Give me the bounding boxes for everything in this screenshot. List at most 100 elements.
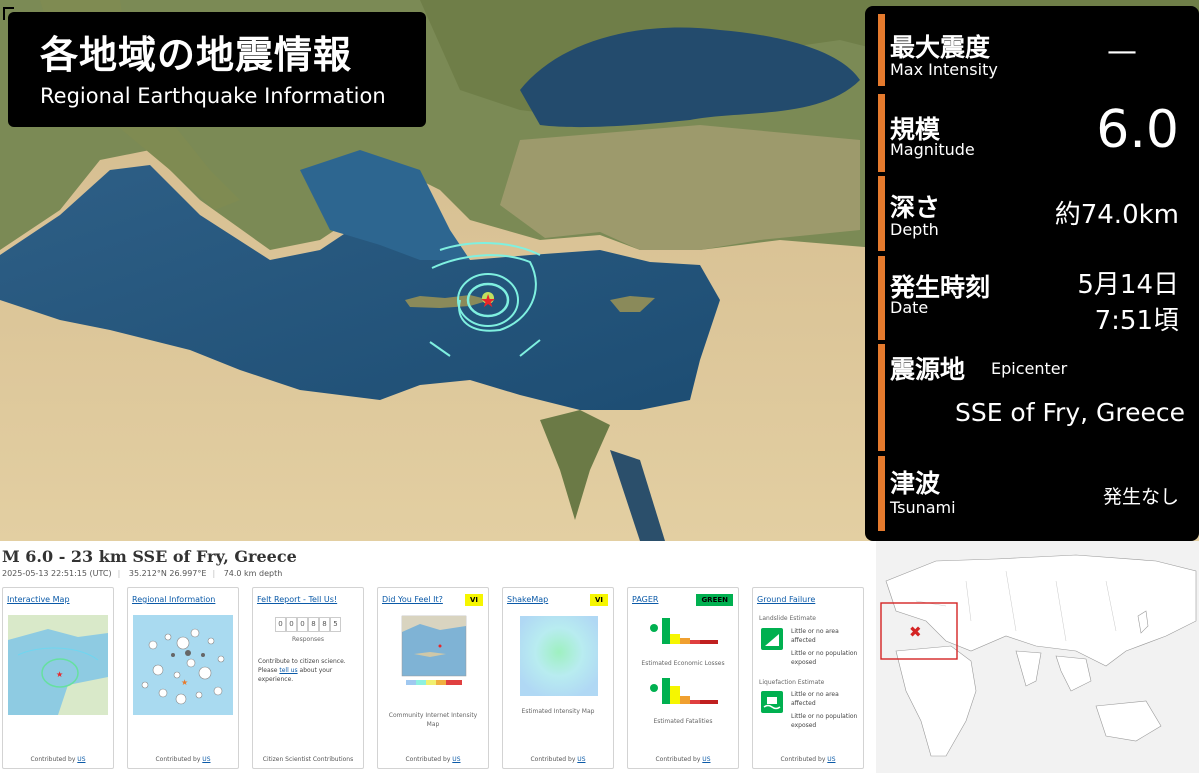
pager-economic-chart [650, 618, 718, 644]
pager-caption-fatalities: Estimated Fatalities [653, 718, 713, 725]
epicenter-star-icon: ★ [181, 678, 188, 687]
tsunami-label-en: Tsunami [890, 498, 956, 517]
liquefaction-heading: Liquefaction Estimate [759, 679, 825, 686]
card-foot: Contributed by US [405, 756, 461, 763]
date-label-en: Date [890, 298, 929, 317]
tell-us-link[interactable]: tell us [279, 667, 297, 674]
accent-bar [878, 456, 885, 531]
counter-digit: 8 [319, 617, 330, 632]
card-pager[interactable]: PAGER GREEN Estimated Economic Losses Es… [627, 587, 739, 769]
felt-line-3: experience. [258, 676, 294, 683]
us-link[interactable]: US [702, 756, 710, 763]
responses-counter: 0 0 0 8 8 5 [275, 617, 341, 632]
card-shakemap[interactable]: ShakeMap VI Estimated Intensity Map Cont… [502, 587, 614, 769]
world-map-graphic: ✖ [876, 541, 1199, 773]
accent-bar [878, 14, 885, 86]
date-time-value: 7:51頃 [1094, 306, 1179, 336]
event-time: 2025-05-13 22:51:15 (UTC) [2, 569, 112, 578]
accent-bar [878, 94, 885, 172]
ls-pop-line-1: Little or no population [791, 650, 858, 657]
pager-alert-badge: GREEN [696, 594, 733, 606]
date-day-value: 5月14日 [1077, 270, 1179, 300]
felt-line-2: Please tell us about your [258, 667, 333, 674]
interactive-map-thumbnail[interactable]: ★ [8, 615, 108, 715]
card-regional-information[interactable]: Regional Information ★ Contributed by US [127, 587, 239, 769]
shakemap-caption: Estimated Intensity Map [521, 708, 595, 715]
card-title-regional[interactable]: Regional Information [132, 595, 215, 604]
card-did-you-feel-it[interactable]: Did You Feel It? VI Community Internet I… [377, 587, 489, 769]
card-title-ground-failure[interactable]: Ground Failure [757, 595, 815, 604]
us-link[interactable]: US [202, 756, 210, 763]
pager-fatalities-chart [650, 678, 718, 704]
event-depth: 74.0 km depth [223, 569, 283, 578]
card-ground-failure[interactable]: Ground Failure Landslide Estimate Little… [752, 587, 864, 769]
magnitude-label-en: Magnitude [890, 140, 975, 159]
title-english: Regional Earthquake Information [40, 84, 386, 108]
dyfi-intensity-badge: VI [464, 594, 483, 606]
card-title-shakemap[interactable]: ShakeMap [507, 595, 548, 604]
card-felt-report[interactable]: Felt Report - Tell Us! 0 0 0 8 8 5 Respo… [252, 587, 364, 769]
world-locator-map: ✖ [876, 541, 1199, 773]
row-depth: 深さ Depth 約74.0km [865, 176, 1199, 251]
depth-value: 約74.0km [1054, 200, 1179, 230]
card-foot: Contributed by US [30, 756, 86, 763]
title-panel: 各地域の地震情報 Regional Earthquake Information [8, 12, 426, 127]
usgs-event-summary: M 6.0 - 23 km SSE of Fry, Greece 2025-05… [0, 541, 876, 773]
liquefaction-icon [761, 691, 783, 713]
ls-area-line-2: affected [791, 637, 816, 644]
row-date: 発生時刻 Date 5月14日 7:51頃 [865, 256, 1199, 340]
counter-digit: 0 [297, 617, 308, 632]
card-foot: Contributed by US [780, 756, 836, 763]
event-title: M 6.0 - 23 km SSE of Fry, Greece [2, 547, 297, 566]
regional-map-thumbnail[interactable]: ★ [133, 615, 233, 715]
max-intensity-label-en: Max Intensity [890, 60, 998, 79]
tsunami-label: 津波 [890, 469, 941, 498]
dyfi-map-thumbnail[interactable] [400, 614, 468, 690]
epicenter-label-en: Epicenter [991, 359, 1068, 378]
card-title-dyfi[interactable]: Did You Feel It? [382, 595, 443, 604]
landslide-icon [761, 628, 783, 650]
card-interactive-map[interactable]: Interactive Map ★ Contributed by US [2, 587, 114, 769]
card-title-interactive-map[interactable]: Interactive Map [7, 595, 70, 604]
epicenter-star-icon: ★ [480, 291, 496, 312]
shakemap-intensity-badge: VI [589, 594, 608, 606]
pager-caption-economic: Estimated Economic Losses [641, 660, 725, 667]
max-intensity-value: — [1107, 34, 1137, 69]
counter-digit: 0 [286, 617, 297, 632]
lq-pop-line-1: Little or no population [791, 713, 858, 720]
magnitude-value: 6.0 [1096, 100, 1179, 160]
event-location: 35.212°N 26.997°E [128, 569, 207, 578]
card-title-pager[interactable]: PAGER [632, 595, 658, 604]
responses-label: Responses [292, 636, 324, 643]
counter-digit: 0 [275, 617, 286, 632]
event-meta: 2025-05-13 22:51:15 (UTC) | 35.212°N 26.9… [2, 569, 283, 578]
dyfi-caption-2: Map [426, 721, 440, 728]
us-link[interactable]: US [827, 756, 835, 763]
card-foot-citizen: Citizen Scientist Contributions [262, 756, 354, 763]
epicenter-label: 震源地 [890, 355, 966, 384]
card-foot: Contributed by US [530, 756, 586, 763]
row-tsunami: 津波 Tsunami 発生なし [865, 456, 1199, 531]
row-max-intensity: 最大震度 Max Intensity — [865, 14, 1199, 89]
us-link[interactable]: US [577, 756, 585, 763]
card-title-felt-report[interactable]: Felt Report - Tell Us! [257, 595, 337, 604]
dyfi-caption-1: Community Internet Intensity [388, 712, 478, 719]
row-magnitude: 規模 Magnitude 6.0 [865, 94, 1199, 172]
title-japanese: 各地域の地震情報 [40, 33, 353, 77]
ls-pop-line-2: exposed [791, 659, 817, 666]
epicenter-x-icon: ✖ [909, 623, 922, 641]
counter-digit: 5 [330, 617, 341, 632]
us-link[interactable]: US [452, 756, 460, 763]
us-link[interactable]: US [77, 756, 85, 763]
depth-label: 深さ [890, 193, 941, 222]
lq-area-line-1: Little or no area [791, 691, 839, 698]
shakemap-thumbnail[interactable] [520, 616, 598, 696]
tsunami-value: 発生なし [1102, 486, 1179, 508]
ls-area-line-1: Little or no area [791, 628, 839, 635]
epicenter-value: SSE of Fry, Greece [954, 398, 1185, 427]
row-epicenter: 震源地 Epicenter SSE of Fry, Greece [865, 344, 1199, 451]
accent-bar [878, 344, 885, 451]
max-intensity-label: 最大震度 [890, 33, 991, 62]
card-foot: Contributed by US [655, 756, 711, 763]
lq-pop-line-2: exposed [791, 722, 817, 729]
